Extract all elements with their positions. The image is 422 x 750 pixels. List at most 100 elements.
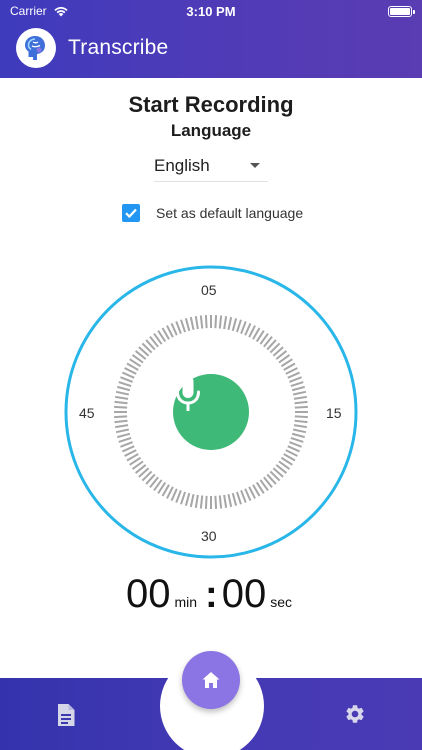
carrier: Carrier (10, 4, 69, 18)
dial-tick (114, 415, 128, 419)
dial-tick (293, 395, 307, 400)
page-subtitle: Language (170, 121, 252, 140)
default-language-checkbox[interactable] (122, 204, 140, 222)
dial-tick (199, 315, 204, 329)
timer-minutes: 00 (125, 572, 171, 616)
dial-tick (291, 385, 305, 392)
nav-transcripts-button[interactable] (56, 703, 76, 732)
dial-tick (114, 400, 128, 405)
home-icon (202, 672, 220, 688)
dial-tick (175, 490, 182, 503)
dial-tick (118, 381, 132, 387)
dial-tick (231, 492, 238, 506)
recording-dial: 05 15 30 45 (63, 264, 359, 560)
microphone-icon (176, 376, 200, 411)
dial-tick (117, 432, 131, 439)
mic-record-button[interactable] (173, 374, 249, 450)
dial-tick (287, 445, 301, 453)
dial-tick (236, 319, 242, 333)
document-icon (58, 704, 75, 726)
dial-tick (294, 400, 308, 405)
dial-tick (292, 390, 307, 396)
dial-tick (121, 445, 135, 453)
dial-tick (189, 493, 195, 508)
dial-tick (115, 424, 129, 429)
dial-label-left: 45 (79, 405, 95, 421)
timer-separator: : (205, 574, 218, 616)
nav-settings-button[interactable] (344, 703, 366, 730)
dial-tick (287, 371, 301, 379)
dial-tick (289, 441, 302, 448)
dial-tick (204, 495, 208, 509)
dial-tick (223, 316, 228, 330)
dial-tick (170, 488, 178, 502)
dial-tick (120, 376, 133, 383)
app-bar: Transcribe (16, 28, 168, 68)
recording-timer: 00 min : 00 sec (0, 572, 422, 617)
dial-tick (214, 495, 218, 509)
dial-tick (240, 490, 247, 503)
dial-tick (118, 437, 132, 443)
dropdown-arrow-icon (250, 163, 260, 168)
dial-tick (294, 405, 308, 409)
carrier-label: Carrier (10, 4, 47, 18)
home-button[interactable] (182, 651, 240, 709)
app-header: Carrier 3:10 PM Transcribe (0, 0, 422, 78)
check-icon (125, 208, 137, 219)
dial-tick (180, 491, 186, 505)
dial-tick (114, 405, 128, 409)
wifi-icon (54, 7, 68, 17)
status-bar: Carrier 3:10 PM (0, 0, 422, 22)
default-language-label: Set as default language (156, 205, 304, 221)
dial-tick (244, 322, 252, 336)
dial-tick (117, 385, 131, 392)
dial-tick (184, 318, 191, 332)
app-logo (16, 28, 56, 68)
dial-tick (294, 415, 308, 419)
dial-tick (175, 321, 182, 334)
dial-tick (180, 319, 186, 333)
timer-seconds: 00 (221, 572, 267, 616)
language-selected-value: English (154, 155, 210, 175)
dial-tick (231, 318, 238, 332)
dial-tick (244, 488, 252, 502)
dial-tick (184, 492, 191, 506)
dial-tick (227, 493, 233, 508)
dial-tick (189, 316, 195, 331)
dial-tick (290, 437, 304, 443)
dial-tick (218, 495, 223, 509)
page-title: Start Recording (128, 92, 294, 117)
dial-tick (291, 432, 305, 439)
dial-label-top: 05 (201, 282, 217, 298)
battery-icon (388, 5, 415, 17)
dial-tick (121, 371, 135, 379)
dial-label-bottom: 30 (201, 528, 217, 544)
dial-tick (120, 441, 133, 448)
dial-tick (290, 381, 304, 387)
brain-logo-icon (25, 36, 45, 60)
timer-sec-unit: sec (270, 594, 292, 610)
gear-icon (346, 705, 364, 723)
dial-tick (114, 419, 128, 424)
dial-tick (293, 424, 307, 429)
dial-tick (227, 316, 233, 331)
dial-tick (289, 376, 302, 383)
timer-min-unit: min (174, 594, 198, 610)
dial-tick (194, 316, 199, 330)
dial-tick (236, 491, 242, 505)
dial-tick (115, 395, 129, 400)
dial-tick (199, 495, 204, 509)
dial-tick (292, 428, 307, 434)
dial-tick (115, 428, 130, 434)
dial-tick (115, 390, 130, 396)
language-dropdown[interactable]: English (154, 150, 268, 182)
dial-tick (214, 315, 218, 329)
dial-tick (170, 322, 178, 336)
dial-tick (294, 419, 308, 424)
dial-tick (218, 315, 223, 329)
dial-tick (240, 321, 247, 334)
dial-tick (223, 494, 228, 508)
default-language-row[interactable]: Set as default language (122, 204, 303, 222)
app-title: Transcribe (68, 36, 169, 59)
dial-tick (204, 315, 208, 329)
